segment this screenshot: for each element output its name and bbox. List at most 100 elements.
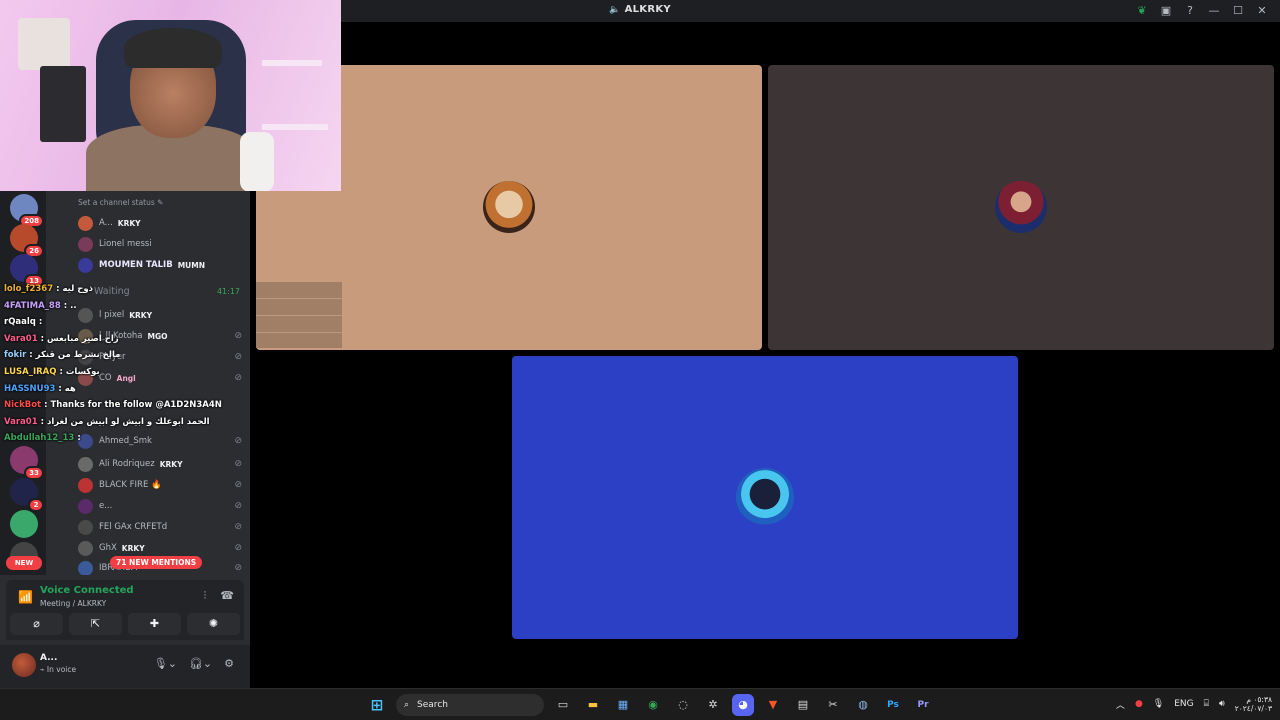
task-view-icon[interactable]: ▭ <box>552 694 574 716</box>
obs-icon[interactable]: ◌ <box>672 694 694 716</box>
gear-icon[interactable]: ⚙ <box>224 657 234 670</box>
member-name: GhX <box>99 543 117 553</box>
microphone-icon[interactable]: 🎙︎ <box>1153 699 1164 709</box>
shelf <box>262 60 322 66</box>
window-title-text: ALKRKY <box>624 4 671 15</box>
chat-message: rQaalq: <box>0 317 250 334</box>
premiere-icon[interactable]: Pr <box>912 694 934 716</box>
chat-username: HASSNU93 <box>4 383 56 394</box>
discord-app: 🔈 ALKRKY ❦ ▣ ? — ☐ ✕ 208 26 13 33 2 Set … <box>0 0 1280 688</box>
chat-username: lolo_f2367 <box>4 284 54 294</box>
chat-message: Vara01: راح اصير مبابعس <box>0 334 250 351</box>
chat-username: 4FATIMA_88 <box>4 300 61 311</box>
signal-icon[interactable]: 📶 <box>18 590 33 604</box>
member-row[interactable]: Lionel messi <box>78 235 250 253</box>
microphone-icon[interactable]: 🎙︎⌄ <box>154 657 177 670</box>
mute-icon: ⊘ <box>234 480 242 490</box>
video-tile-2[interactable] <box>768 65 1274 350</box>
minimize-button[interactable]: — <box>1202 3 1226 19</box>
chat-message: Abdullah12_13: <box>0 433 250 450</box>
search-icon: ⌕ <box>404 700 410 710</box>
maximize-button[interactable]: ☐ <box>1226 3 1250 19</box>
title-bar-controls: ❦ ▣ ? — ☐ ✕ <box>1130 3 1274 19</box>
volume-icon[interactable]: 🔊︎ <box>1219 699 1225 709</box>
avatar <box>78 540 93 556</box>
clock-time: ٠٥:٣٨ م <box>1246 695 1272 704</box>
clock-date: ٢٠٢٤/٠٧/٠٣ <box>1234 704 1272 713</box>
member-row[interactable]: GhX KRKY ⊘ <box>78 539 250 557</box>
screen-share-button[interactable]: ⇱ <box>69 613 122 635</box>
store-icon[interactable]: ▦ <box>612 694 634 716</box>
chat-text: : <box>38 317 43 328</box>
video-tile-3[interactable] <box>512 356 1018 639</box>
streamer-cap <box>124 28 222 68</box>
notepad-icon[interactable]: ▤ <box>792 694 814 716</box>
taskbar-apps: ⊞ ⌕ Search ▭ ▬ ▦ ◉ ◌ ✲ ◕ ▼ ▤ ✂ ◍ Ps Pr <box>366 694 934 716</box>
member-row[interactable]: BLACK FIRE 🔥 ⊘ <box>78 476 250 494</box>
member-row[interactable]: Ali Rodriquez KRKY ⊘ <box>78 455 250 473</box>
chat-username: rQaalq <box>4 317 36 328</box>
member-name: e... <box>99 501 113 511</box>
voice-status[interactable]: Voice Connected <box>40 585 134 596</box>
member-row[interactable]: e... ⊘ <box>78 497 250 515</box>
brave-icon[interactable]: ▼ <box>762 694 784 716</box>
server-icon[interactable]: 208 <box>10 194 44 228</box>
steam-settings-icon[interactable]: ✲ <box>702 694 724 716</box>
clock[interactable]: ٠٥:٣٨ م ٢٠٢٤/٠٧/٠٣ <box>1235 695 1272 713</box>
server-icon[interactable] <box>10 510 38 538</box>
discord-icon[interactable]: ◕ <box>732 694 754 716</box>
chat-text: : هه <box>58 383 76 394</box>
file-explorer-icon[interactable]: ▬ <box>582 694 604 716</box>
avatar <box>78 456 93 472</box>
participant-avatar <box>736 468 794 526</box>
member-row[interactable]: MOUMEN TALIB MUMN <box>78 256 250 274</box>
inbox-icon[interactable]: ▣ <box>1154 3 1178 19</box>
photoshop-icon[interactable]: Ps <box>882 694 904 716</box>
activities-button[interactable]: ✚ <box>128 613 181 635</box>
windows-start-icon[interactable]: ⊞ <box>366 694 388 716</box>
chat-message: LUSA_IRAQ: بوكسات <box>0 367 250 384</box>
mute-icon: ⊘ <box>234 459 242 469</box>
chrome-icon[interactable]: ◉ <box>642 694 664 716</box>
server-icon[interactable]: 33 <box>10 446 44 480</box>
speaker-icon: 🔈 <box>609 5 621 15</box>
new-mentions-pill[interactable]: 71 NEW MENTIONS <box>110 556 203 569</box>
username[interactable]: A... <box>40 653 57 663</box>
chat-username: fokir <box>4 350 27 361</box>
avatar <box>78 498 93 514</box>
nitro-leaf-icon[interactable]: ❦ <box>1130 3 1154 19</box>
app-tray-icon[interactable]: ● <box>1135 699 1143 709</box>
close-button[interactable]: ✕ <box>1250 3 1274 19</box>
mute-icon: ⊘ <box>234 563 242 573</box>
camera-toggle-button[interactable]: ⌀ <box>10 613 63 635</box>
voice-actions: ⫶ ☎ <box>204 589 234 603</box>
server-icon[interactable]: 2 <box>10 478 44 512</box>
member-row[interactable]: A... KRKY <box>78 214 250 232</box>
server-icon[interactable]: 13 <box>10 254 44 288</box>
mute-icon: ⊘ <box>234 501 242 511</box>
search-placeholder: Search <box>417 700 448 710</box>
avatar <box>78 560 93 575</box>
channel-status-hint[interactable]: Set a channel status ✎ <box>78 198 163 207</box>
help-icon[interactable]: ? <box>1178 3 1202 19</box>
capcut-icon[interactable]: ✂ <box>822 694 844 716</box>
network-icon[interactable]: ⌸ <box>1204 699 1209 709</box>
mute-icon: ⊘ <box>234 543 242 553</box>
search-box[interactable]: ⌕ Search <box>396 694 544 716</box>
avatar[interactable] <box>12 653 36 677</box>
member-row[interactable]: FEl GAx CRFETd ⊘ <box>78 518 250 536</box>
headphones-icon[interactable]: 🎧︎⌄ <box>189 657 212 670</box>
chat-text: : ذوح ليه <box>56 284 94 294</box>
chat-message: 4FATIMA_88: .. <box>0 301 250 318</box>
user-panel: A... ⌁ In voice 🎙︎⌄ 🎧︎⌄ ⚙ <box>0 645 250 688</box>
chat-username: LUSA_IRAQ <box>4 366 57 377</box>
new-servers-pill[interactable]: NEW <box>6 556 42 570</box>
noise-suppression-icon[interactable]: ⫶ <box>204 589 207 603</box>
voice-channel-path[interactable]: Meeting / ALKRKY <box>40 599 106 608</box>
server-icon[interactable]: 26 <box>10 224 44 258</box>
soundboard-button[interactable]: ✺ <box>187 613 240 635</box>
chevron-up-icon[interactable]: ︿ <box>1116 698 1125 711</box>
language-indicator[interactable]: ENG <box>1174 699 1193 709</box>
disconnect-icon[interactable]: ☎ <box>220 589 234 603</box>
steam-icon[interactable]: ◍ <box>852 694 874 716</box>
